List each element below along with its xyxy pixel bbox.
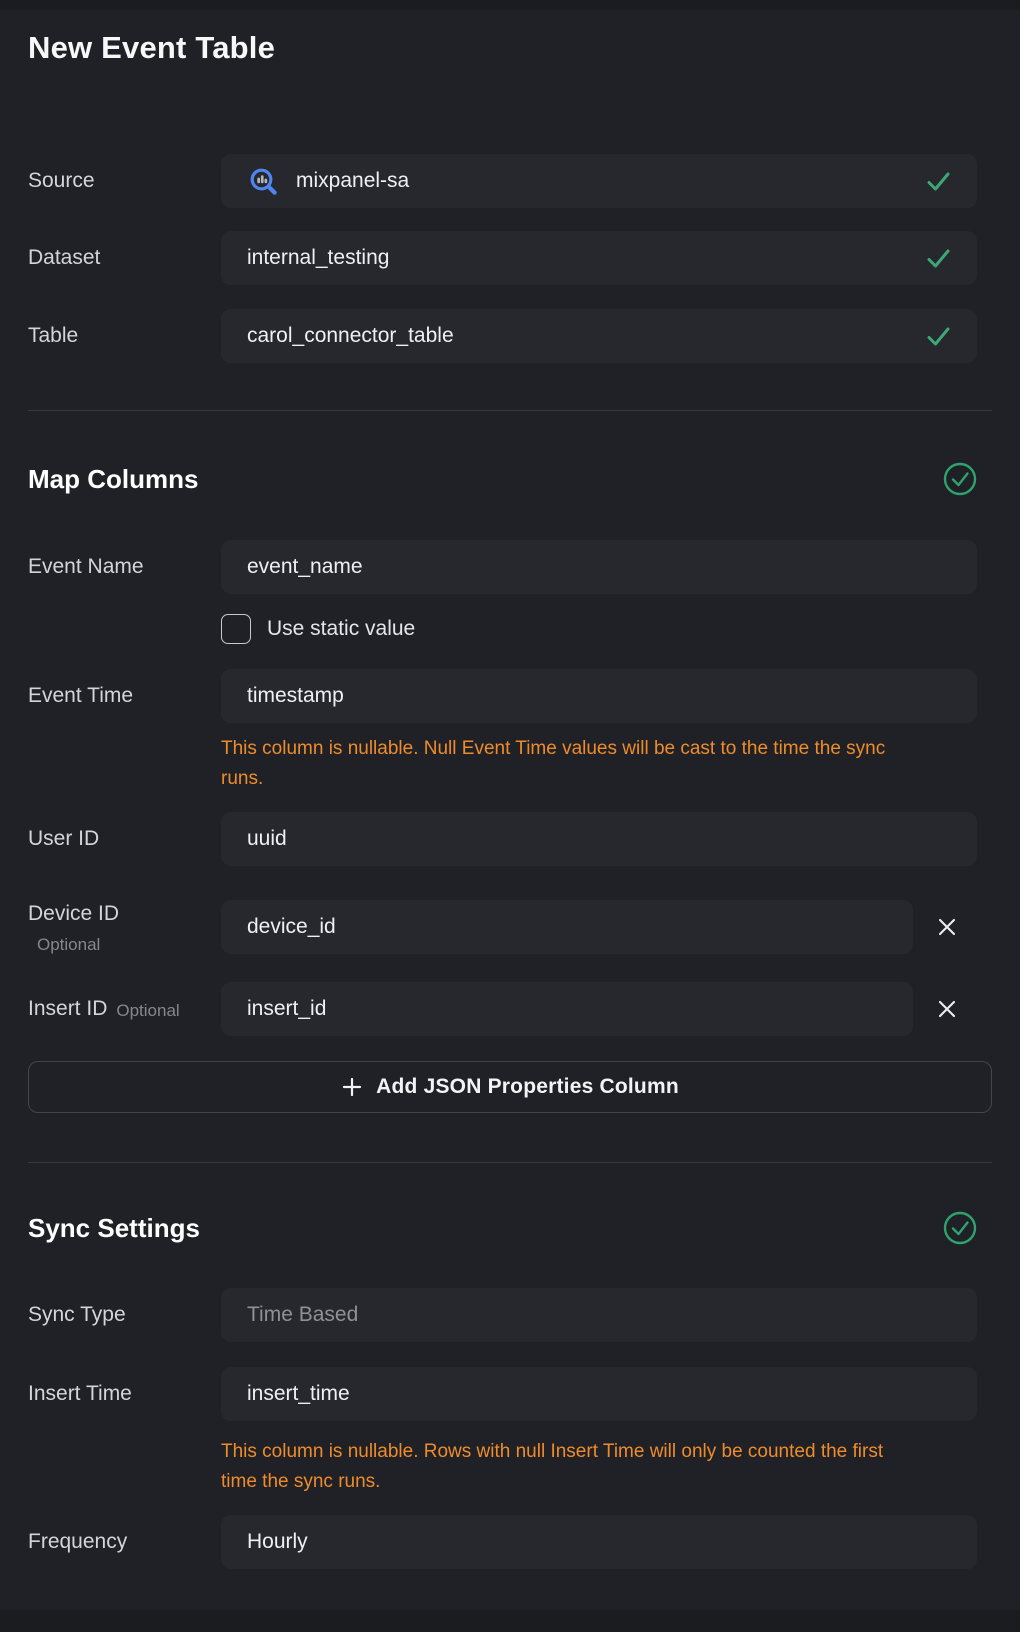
insert-time-label: Insert Time [28, 1367, 132, 1421]
insert-id-remove-button[interactable] [931, 997, 963, 1021]
frequency-label: Frequency [28, 1515, 127, 1569]
source-value: mixpanel-sa [296, 169, 409, 193]
add-json-properties-button[interactable]: Add JSON Properties Column [28, 1061, 992, 1113]
close-icon [936, 998, 958, 1020]
table-row: Table carol_connector_table [0, 309, 1020, 363]
event-name-label: Event Name [28, 540, 144, 594]
source-row: Source mixpanel-sa [0, 154, 1020, 208]
map-columns-title: Map Columns [28, 464, 198, 494]
device-id-remove-button[interactable] [931, 915, 963, 939]
insert-id-label: Insert ID [28, 997, 107, 1021]
event-time-nullable-warning: This column is nullable. Null Event Time… [221, 734, 923, 794]
dataset-field[interactable]: internal_testing [221, 231, 977, 285]
use-static-value-row: Use static value [221, 613, 415, 645]
device-id-value: device_id [247, 915, 336, 939]
dataset-value: internal_testing [247, 246, 389, 270]
insert-id-row: Insert ID Optional insert_id [0, 982, 1020, 1036]
user-id-value: uuid [247, 827, 287, 851]
event-name-value: event_name [247, 555, 363, 579]
close-icon [936, 916, 958, 938]
map-columns-heading: Map Columns [28, 461, 977, 497]
dataset-label: Dataset [28, 231, 100, 285]
insert-time-field[interactable]: insert_time [221, 1367, 977, 1421]
plus-icon [341, 1076, 363, 1098]
user-id-row: User ID uuid [0, 812, 1020, 866]
device-id-label: Device ID [28, 902, 119, 926]
sync-type-label: Sync Type [28, 1288, 126, 1342]
frequency-field[interactable]: Hourly [221, 1515, 977, 1569]
device-id-row: Device ID Optional device_id [0, 900, 1020, 954]
page-title: New Event Table [28, 30, 275, 66]
use-static-value-label: Use static value [267, 617, 415, 641]
check-icon [926, 325, 951, 348]
circled-check-icon [943, 1211, 977, 1250]
frequency-row: Frequency Hourly [0, 1515, 1020, 1569]
sync-type-field: Time Based [221, 1288, 977, 1342]
sync-settings-title: Sync Settings [28, 1213, 200, 1243]
event-time-value: timestamp [247, 684, 344, 708]
top-edge-strip [0, 0, 1020, 10]
check-icon [926, 170, 951, 193]
circled-check-icon [943, 462, 977, 501]
device-id-field[interactable]: device_id [221, 900, 913, 954]
use-static-value-checkbox[interactable] [221, 614, 251, 644]
insert-id-value: insert_id [247, 997, 326, 1021]
device-id-label-group: Device ID Optional [28, 902, 119, 955]
sync-settings-heading: Sync Settings [28, 1210, 977, 1246]
source-label: Source [28, 154, 95, 208]
user-id-field[interactable]: uuid [221, 812, 977, 866]
event-name-row: Event Name event_name [0, 540, 1020, 594]
device-id-optional-tag: Optional [28, 935, 119, 955]
table-label: Table [28, 309, 78, 363]
insert-id-optional-tag: Optional [116, 1001, 179, 1021]
section-divider [28, 1162, 992, 1163]
event-name-field[interactable]: event_name [221, 540, 977, 594]
insert-id-field[interactable]: insert_id [221, 982, 913, 1036]
user-id-label: User ID [28, 812, 99, 866]
bigquery-icon [247, 165, 279, 197]
table-field[interactable]: carol_connector_table [221, 309, 977, 363]
check-icon [926, 247, 951, 270]
insert-id-label-group: Insert ID Optional [28, 982, 180, 1036]
event-time-row: Event Time timestamp [0, 669, 1020, 723]
sync-type-row: Sync Type Time Based [0, 1288, 1020, 1342]
add-json-properties-label: Add JSON Properties Column [376, 1075, 679, 1099]
new-event-table-form: New Event Table Source mixpanel-sa [0, 0, 1020, 1632]
frequency-value: Hourly [247, 1530, 308, 1554]
insert-time-nullable-warning: This column is nullable. Rows with null … [221, 1437, 923, 1497]
sync-type-value: Time Based [247, 1303, 358, 1327]
table-value: carol_connector_table [247, 324, 454, 348]
insert-time-row: Insert Time insert_time [0, 1367, 1020, 1421]
source-field[interactable]: mixpanel-sa [221, 154, 977, 208]
insert-time-value: insert_time [247, 1382, 350, 1406]
event-time-field[interactable]: timestamp [221, 669, 977, 723]
section-divider [28, 410, 992, 411]
bottom-edge-strip [0, 1610, 1020, 1632]
dataset-row: Dataset internal_testing [0, 231, 1020, 285]
event-time-label: Event Time [28, 669, 133, 723]
